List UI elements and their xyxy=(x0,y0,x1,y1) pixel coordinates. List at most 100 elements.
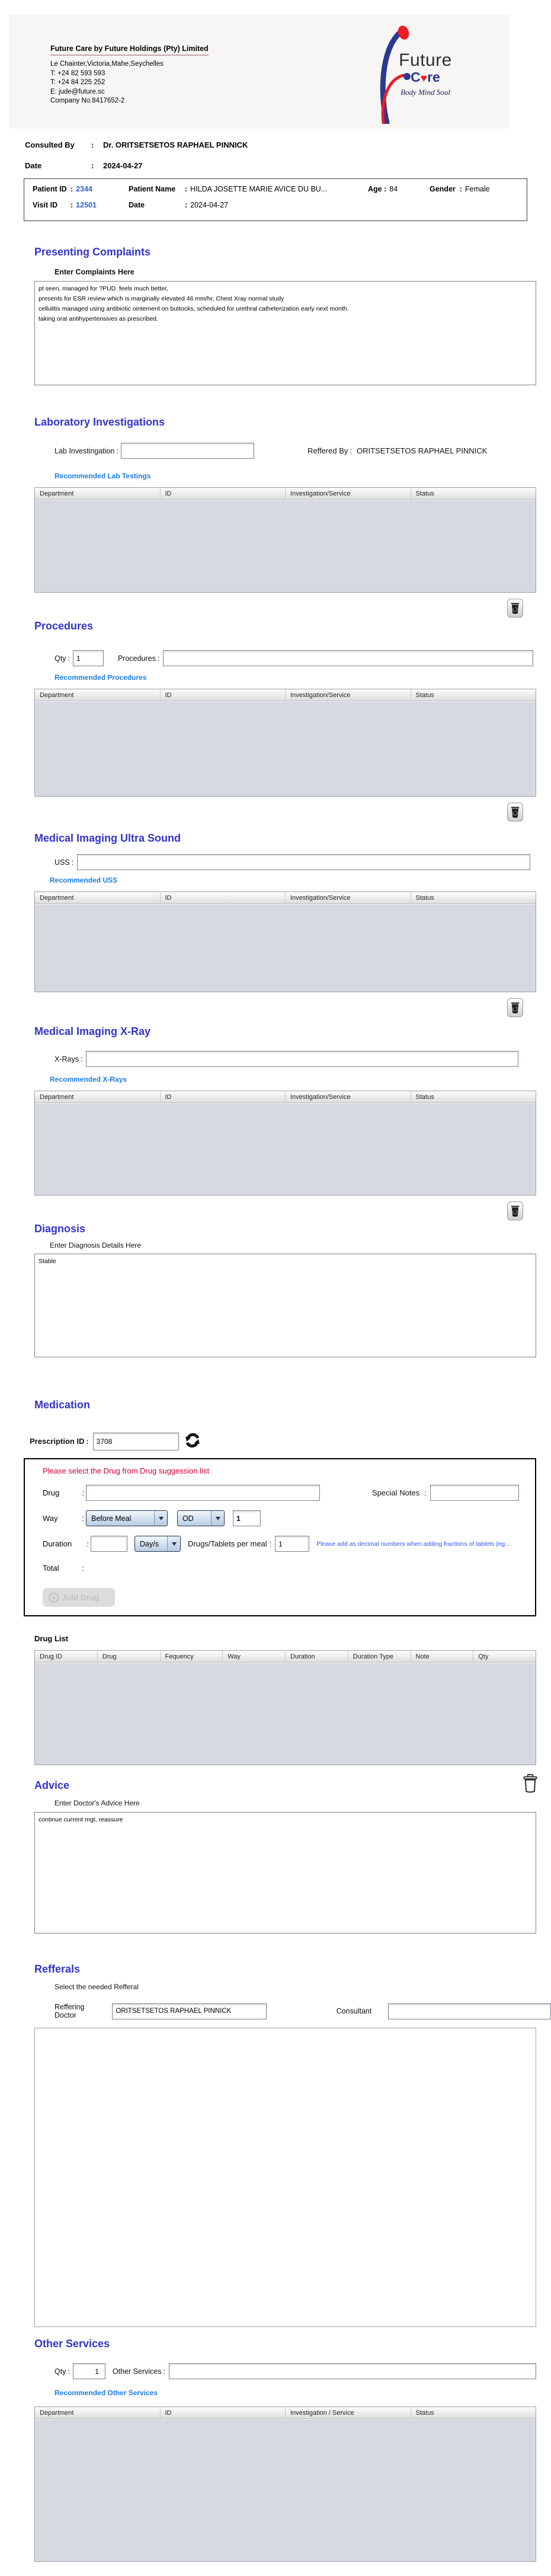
duration-type-select[interactable]: Day/s xyxy=(134,1536,181,1552)
fractions-note: Please add as decimal numbers when addin… xyxy=(316,1541,510,1548)
column-header-department[interactable]: Department xyxy=(35,1091,161,1102)
other-services-qty-label: Qty xyxy=(55,2367,66,2376)
complaints-textarea[interactable]: pt seen, managed for ?PUD. feels much be… xyxy=(34,281,536,385)
column-header-status[interactable]: Status xyxy=(411,892,536,903)
drug-list-trash-button[interactable] xyxy=(522,1773,539,1795)
recommended-procedures-link[interactable]: Recommended Procedures xyxy=(55,673,551,682)
referral-options-list[interactable] xyxy=(34,2028,536,2327)
complaints-hint-label: Enter Complaints Here xyxy=(55,268,551,276)
logo-tagline: Body Mind Soul xyxy=(387,88,464,97)
other-services-qty-input[interactable] xyxy=(73,2363,105,2379)
column-header-status[interactable]: Status xyxy=(411,2407,536,2418)
procedures-input[interactable] xyxy=(163,650,533,666)
uss-input[interactable] xyxy=(77,854,530,870)
column-header-investigation-service[interactable]: Investigation / Service xyxy=(286,2407,411,2418)
age-value: 84 xyxy=(389,185,398,193)
diagnosis-textarea[interactable]: Stable xyxy=(34,1254,536,1357)
xray-label: X-Rays xyxy=(55,1055,79,1063)
column-header-drug-id[interactable]: Drug ID xyxy=(35,1651,98,1662)
per-meal-input[interactable] xyxy=(275,1536,309,1552)
column-header-way[interactable]: Way xyxy=(223,1651,286,1662)
lab-trash-button[interactable] xyxy=(507,599,523,618)
recommended-lab-testings-link[interactable]: Recommended Lab Testings xyxy=(55,472,551,480)
column-header-frequency[interactable]: Fequency xyxy=(161,1651,223,1662)
frequency-select[interactable]: OD xyxy=(177,1510,225,1526)
patient-name-value: HILDA JOSETTE MARIE AVICE DU BU... xyxy=(190,185,327,193)
special-notes-input[interactable] xyxy=(430,1485,519,1501)
drug-list-table-body[interactable] xyxy=(35,1663,536,1765)
column-header-status[interactable]: Status xyxy=(411,1091,536,1102)
xray-input[interactable] xyxy=(86,1051,518,1067)
section-title-referrals: Refferals xyxy=(34,1963,551,1976)
column-header-status[interactable]: Status xyxy=(411,488,536,499)
prescription-id-label: Prescription ID xyxy=(30,1437,84,1446)
column-header-department[interactable]: Department xyxy=(35,892,161,903)
visit-date-value: 2024-04-27 xyxy=(190,201,228,209)
refresh-prescription-button[interactable] xyxy=(184,1431,201,1451)
referral-hint-label: Select the needed Refferal xyxy=(55,1983,551,1991)
column-header-status[interactable]: Status xyxy=(411,689,536,701)
column-header-investigation-service[interactable]: Investigation/Service xyxy=(286,689,411,701)
patient-id-label: Patient ID xyxy=(33,185,71,193)
procedures-qty-input[interactable] xyxy=(73,650,104,666)
column-header-id[interactable]: ID xyxy=(161,689,286,701)
column-header-duration[interactable]: Duration xyxy=(286,1651,348,1662)
recommended-other-services-link[interactable]: Recommended Other Services xyxy=(55,2389,551,2397)
procedures-table-body[interactable] xyxy=(35,701,536,796)
drug-input[interactable] xyxy=(86,1485,320,1501)
prescription-id-input[interactable] xyxy=(93,1433,179,1450)
column-header-id[interactable]: ID xyxy=(161,2407,286,2418)
advice-textarea[interactable]: continue current mgt, reassure xyxy=(34,1812,536,1933)
future-care-logo: Future C♥re Body Mind Soul xyxy=(358,20,468,127)
consultation-date-value: 2024-04-27 xyxy=(103,161,143,170)
patient-name-field: Patient Name:HILDA JOSETTE MARIE AVICE D… xyxy=(129,185,368,193)
column-header-qty[interactable]: Qty xyxy=(473,1651,536,1662)
uss-trash-button[interactable] xyxy=(507,998,523,1017)
add-drug-button[interactable]: + Add Drug xyxy=(43,1588,115,1607)
patient-info-box: Patient ID:2344 Patient Name:HILDA JOSET… xyxy=(24,178,527,221)
patient-gender-field: Gender :Female xyxy=(430,185,518,193)
referring-doctor-input[interactable] xyxy=(112,2003,266,2019)
referred-by-label: Reffered By xyxy=(307,446,348,455)
recommended-xrays-link[interactable]: Recommended X-Rays xyxy=(50,1075,551,1084)
column-header-id[interactable]: ID xyxy=(161,488,286,499)
frequency-qty-input[interactable] xyxy=(233,1510,261,1526)
duration-input[interactable] xyxy=(91,1536,127,1552)
drug-label: Drug xyxy=(43,1488,59,1497)
uss-recommendations-table: Department ID Investigation/Service Stat… xyxy=(34,891,536,992)
way-select[interactable]: Before Meal xyxy=(86,1510,168,1526)
xray-trash-button[interactable] xyxy=(507,1201,523,1220)
frequency-selected-value: OD xyxy=(182,1514,194,1523)
column-header-department[interactable]: Department xyxy=(35,689,161,701)
column-header-duration-type[interactable]: Duration Type xyxy=(348,1651,411,1662)
lab-table-body[interactable] xyxy=(35,500,536,592)
uss-table-body[interactable] xyxy=(35,904,536,992)
column-header-note[interactable]: Note xyxy=(411,1651,474,1662)
drug-selection-warning: Please select the Drug from Drug suggess… xyxy=(43,1466,535,1475)
column-header-department[interactable]: Department xyxy=(35,488,161,499)
other-services-input[interactable] xyxy=(169,2363,536,2379)
procedures-trash-button[interactable] xyxy=(507,803,523,822)
column-header-drug[interactable]: Drug xyxy=(98,1651,161,1662)
lab-investigation-input[interactable] xyxy=(121,443,254,459)
other-services-table-body[interactable] xyxy=(35,2419,536,2561)
consulted-by-row: Consulted By: Dr. ORITSETSETOS RAPHAEL P… xyxy=(25,140,551,149)
referring-doctor-label: Reffering Doctor xyxy=(55,2003,106,2019)
diagnosis-hint-label: Enter Diagnosis Details Here xyxy=(50,1241,551,1249)
column-header-investigation-service[interactable]: Investigation/Service xyxy=(286,1091,411,1102)
column-header-id[interactable]: ID xyxy=(161,892,286,903)
patient-name-label: Patient Name xyxy=(129,185,185,193)
way-label: Way xyxy=(43,1514,58,1523)
column-header-id[interactable]: ID xyxy=(161,1091,286,1102)
column-header-department[interactable]: Department xyxy=(35,2407,161,2418)
procedures-qty-label: Qty xyxy=(55,654,66,663)
referred-by-value: ORITSETSETOS RAPHAEL PINNICK xyxy=(357,446,487,455)
recommended-uss-link[interactable]: Recommended USS xyxy=(50,876,551,884)
column-header-investigation-service[interactable]: Investigation/Service xyxy=(286,488,411,499)
column-header-investigation-service[interactable]: Investigation/Service xyxy=(286,892,411,903)
patient-id-field: Patient ID:2344 xyxy=(33,185,129,193)
consultant-input[interactable] xyxy=(388,2003,551,2019)
section-title-xray: Medical Imaging X-Ray xyxy=(34,1025,551,1038)
per-meal-label: Drugs/Tablets per meal xyxy=(188,1539,267,1548)
xray-table-body[interactable] xyxy=(35,1103,536,1195)
